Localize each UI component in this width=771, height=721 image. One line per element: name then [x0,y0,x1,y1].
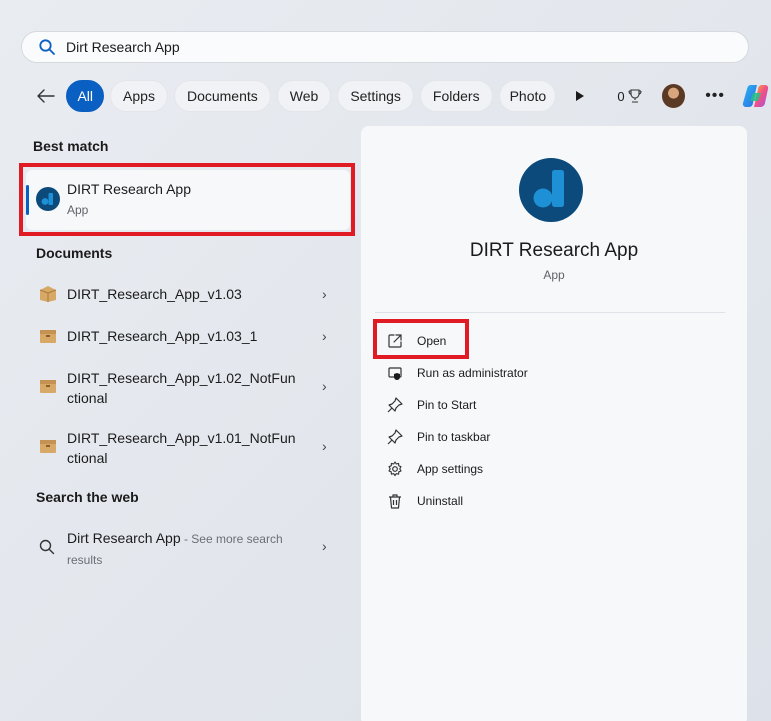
copilot-icon[interactable] [741,81,771,111]
search-box[interactable] [21,31,749,63]
run-as-admin-action[interactable]: Run as administrator [387,363,528,383]
chevron-right-icon[interactable]: › [322,378,327,394]
package-icon [38,437,58,455]
best-match-heading: Best match [33,138,109,154]
chevron-right-icon[interactable]: › [322,286,327,302]
document-name: DIRT_Research_App_v1.03_1 [67,328,258,344]
tab-folders[interactable]: Folders [419,80,493,112]
app-settings-action[interactable]: App settings [387,459,483,479]
list-item[interactable]: DIRT_Research_App_v1.01_NotFun ctional › [26,428,350,468]
avatar[interactable] [661,84,686,108]
detail-app-name: DIRT Research App [469,240,639,261]
highlight-box-open [373,319,469,359]
package-icon [38,327,58,345]
detail-app-type: App [543,268,565,282]
document-name: DIRT_Research_App_v1.03 [67,286,242,302]
document-name: DIRT_Research_App_v1.02_NotFun ctional [67,370,296,406]
play-icon[interactable] [566,82,594,110]
package-icon [38,377,58,395]
shield-icon [387,365,403,381]
tab-documents[interactable]: Documents [173,80,271,112]
app-icon [519,158,583,222]
list-item[interactable]: DIRT_Research_App_v1.02_NotFun ctional › [26,368,350,408]
uninstall-label: Uninstall [417,494,464,508]
package-icon [38,285,58,303]
trash-icon [387,493,403,509]
document-name: DIRT_Research_App_v1.01_NotFun ctional [67,430,296,466]
highlight-box-best-match [19,163,355,236]
tab-web[interactable]: Web [276,80,332,112]
gear-icon [387,461,403,477]
pin-to-taskbar-action[interactable]: Pin to taskbar [387,427,490,447]
search-input[interactable] [66,39,666,55]
tab-all[interactable]: All [66,80,105,112]
tab-photos[interactable]: Photo [498,80,556,112]
pin-to-taskbar-label: Pin to taskbar [417,430,491,444]
divider [375,312,725,313]
web-search-item[interactable]: Dirt Research App - See more search resul… [26,528,350,568]
tab-apps[interactable]: Apps [110,80,168,112]
web-search-text: Dirt Research App - See more search resul… [67,530,283,567]
trophy-icon [628,89,642,103]
back-arrow-icon[interactable] [30,80,61,112]
list-item[interactable]: DIRT_Research_App_v1.03 › [26,282,350,306]
pin-icon [387,429,403,445]
rewards-points[interactable]: 0 [617,88,642,104]
app-settings-label: App settings [417,462,484,476]
filter-row: All Apps Documents Web Settings Folders … [30,80,771,112]
points-value: 0 [617,88,625,104]
chevron-right-icon[interactable]: › [322,438,327,454]
web-heading: Search the web [36,489,139,505]
pin-to-start-action[interactable]: Pin to Start [387,395,476,415]
search-icon [38,538,58,556]
tab-settings[interactable]: Settings [337,80,414,112]
chevron-right-icon[interactable]: › [322,328,327,344]
more-icon[interactable]: ••• [705,87,725,105]
pin-icon [387,397,403,413]
pin-to-start-label: Pin to Start [417,398,477,412]
search-icon [38,38,56,56]
documents-heading: Documents [36,245,113,261]
run-as-admin-label: Run as administrator [417,366,528,380]
uninstall-action[interactable]: Uninstall [387,491,463,511]
list-item[interactable]: DIRT_Research_App_v1.03_1 › [26,324,350,348]
detail-panel: DIRT Research App App Open Run as admini… [361,126,747,721]
chevron-right-icon[interactable]: › [322,538,327,554]
